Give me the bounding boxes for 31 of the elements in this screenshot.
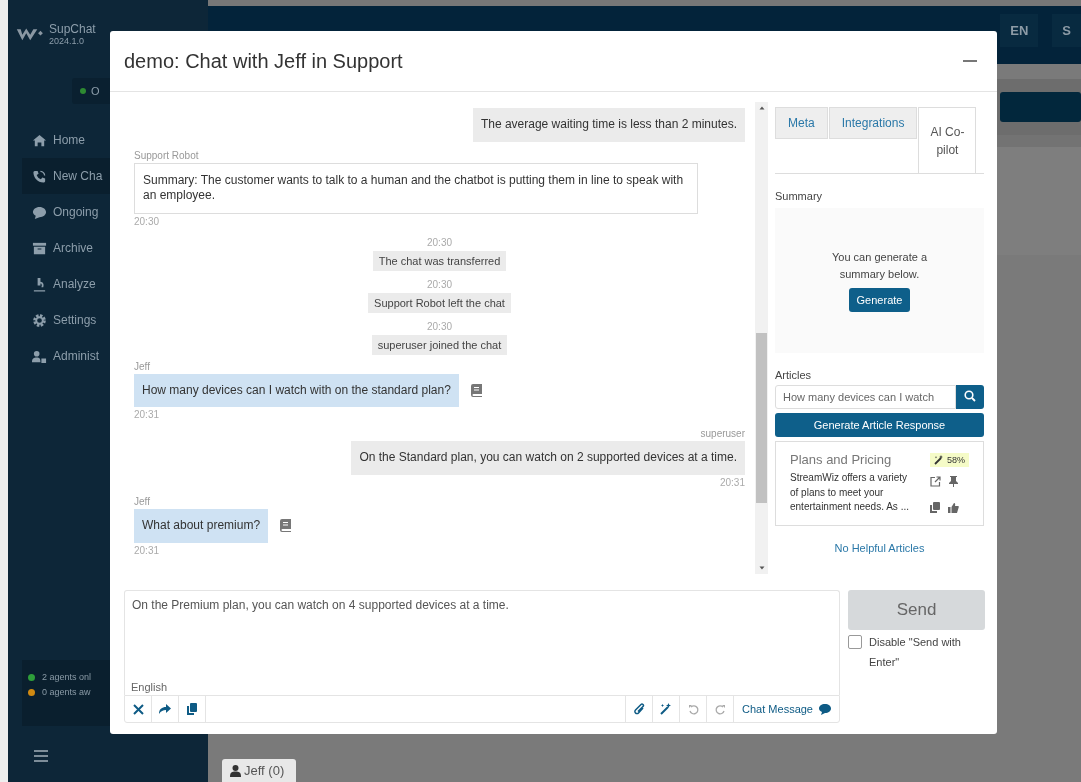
customer-message: What about premium? <box>134 508 269 543</box>
checkbox-label: Disable "Send with Enter" <box>869 635 962 670</box>
agent-message: On the Standard plan, you can watch on 2 supported devices at a time. <box>351 441 745 475</box>
sender-name: Jeff <box>134 495 150 507</box>
agents-count: 2 agents onl <box>42 672 92 682</box>
message-time: 20:31 <box>134 544 160 556</box>
message-time: 20:30 <box>134 215 160 227</box>
dialog-title: demo: Chat with Jeff in Support <box>124 49 403 73</box>
system-event: The chat was transferred <box>372 250 507 271</box>
section-label: Articles <box>775 369 813 381</box>
summary-hint: You can generate a summary below. <box>831 250 928 282</box>
agent-message: The average waiting time is less than 2 minutes. <box>472 108 745 142</box>
sender-name: Jeff <box>134 360 150 372</box>
customer-message: How many devices can I watch with on the standard plan? <box>134 373 459 408</box>
sender-name: Support Robot <box>134 149 199 161</box>
event-time: 20:30 <box>427 278 452 290</box>
sender-name: superuser <box>700 428 745 440</box>
match-score: 58% <box>930 452 969 467</box>
section-label: Summary <box>775 190 824 202</box>
app-version: 2024.1.0 <box>49 36 85 46</box>
message-time: 20:31 <box>719 476 745 488</box>
system-event: superuser joined the chat <box>371 334 508 355</box>
message-time: 20:31 <box>134 409 160 421</box>
bot-message: Summary: The customer wants to talk to a human and the chatbot is putting them in line to speak with an employee. <box>134 162 698 214</box>
system-event: Support Robot left the chat <box>368 292 511 313</box>
article-excerpt: StreamWiz offers a variety of plans to meet your entertainment needs. As ... <box>790 471 910 514</box>
event-time: 20:30 <box>427 236 452 248</box>
language-label: English <box>124 677 840 695</box>
event-time: 20:30 <box>427 320 452 332</box>
app-name: SupChat <box>49 22 96 35</box>
agents-count: 0 agents aw <box>42 687 91 697</box>
